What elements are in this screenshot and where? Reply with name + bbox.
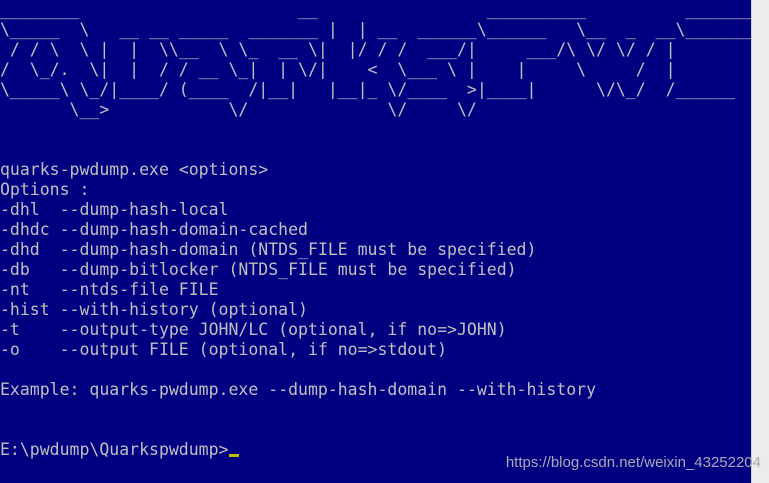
option-line: -nt --ntds-file FILE [0, 280, 219, 299]
option-line: -t --output-type JOHN/LC (optional, if n… [0, 320, 507, 339]
console-window[interactable]: ________ __ __________ _________ \_____ … [0, 0, 751, 483]
prompt-text: E:\pwdump\Quarkspwdump> [0, 440, 229, 459]
text-cursor [229, 454, 240, 457]
option-line: -dhl --dump-hash-local [0, 200, 229, 219]
option-line: -db --dump-bitlocker (NTDS_FILE must be … [0, 260, 517, 279]
ascii-art-banner: ________ __ __________ _________ \_____ … [0, 0, 751, 120]
banner-line: ________ __ __________ _________ [0, 0, 751, 19]
command-prompt[interactable]: E:\pwdump\Quarkspwdump> [0, 440, 240, 460]
vertical-scrollbar[interactable] [751, 0, 769, 483]
command-output: quarks-pwdump.exe <options> Options : -d… [0, 160, 751, 400]
option-line: -hist --with-history (optional) [0, 300, 308, 319]
banner-line: \_____ \ __ __ _____ _______ | | __ ____… [0, 20, 751, 39]
watermark: https://blog.csdn.net/weixin_43252204 [505, 454, 761, 471]
option-line: -dhd --dump-hash-domain (NTDS_FILE must … [0, 240, 537, 259]
banner-line: / \_/. \| | / / __ \_| | \/| < \___ \ | … [0, 60, 676, 79]
options-heading: Options : [0, 180, 90, 199]
option-line: -o --output FILE (optional, if no=>stdou… [0, 340, 448, 359]
usage-line: quarks-pwdump.exe <options> [0, 160, 269, 179]
banner-line: \_____\ \_/|____/ (____ /|__| |__|_ \/__… [0, 80, 736, 99]
example-line: Example: quarks-pwdump.exe --dump-hash-d… [0, 380, 597, 399]
banner-line: \__> \/ \/ \/ [0, 100, 477, 119]
banner-line: / / \ \ | | \\__ \ \_ __ \| |/ / / ___/|… [0, 40, 676, 59]
option-line: -dhdc --dump-hash-domain-cached [0, 220, 308, 239]
